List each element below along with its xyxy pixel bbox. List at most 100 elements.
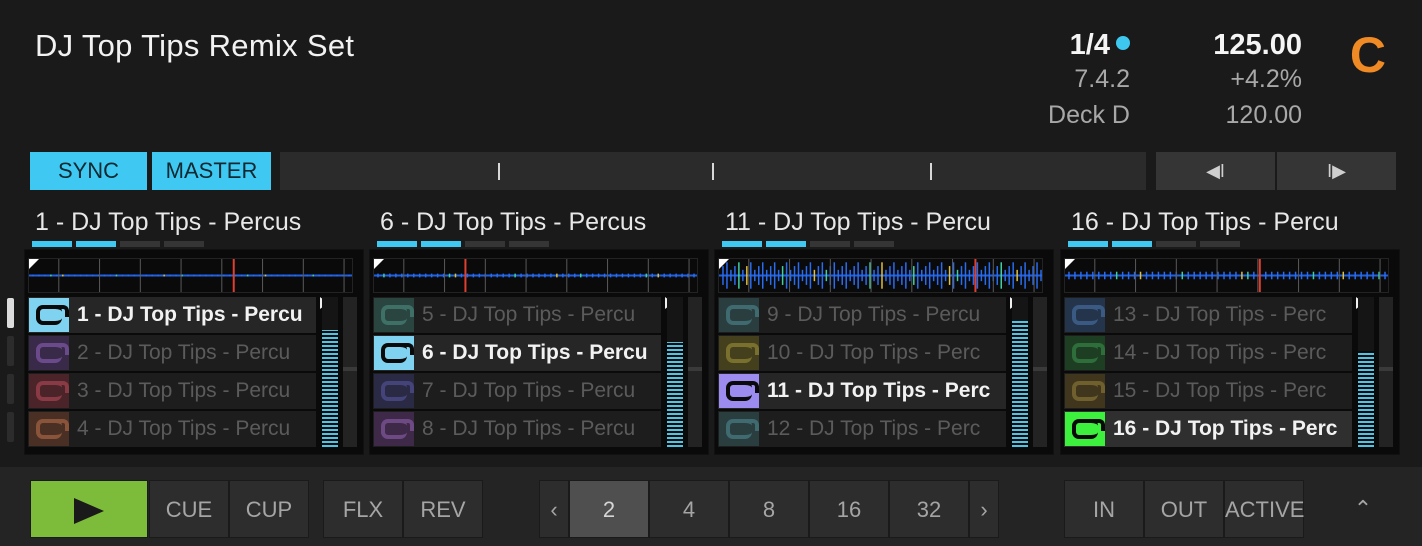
sample-cell-label: 3 - DJ Top Tips - Percu [77,379,291,402]
loop-cell-icon [29,336,69,370]
slot-page-tab[interactable] [1068,241,1108,247]
flux-button[interactable]: FLX [323,480,403,538]
slot-page-tab[interactable] [1156,241,1196,247]
slot-level-meter [1358,297,1374,447]
master-button[interactable]: MASTER [152,152,271,190]
slot-page-tab[interactable] [421,241,461,247]
loop-cell-icon [29,298,69,332]
sample-cell[interactable]: 4 - DJ Top Tips - Percu [28,411,316,447]
loop-cell-icon [719,412,759,446]
sample-cell-label: 16 - DJ Top Tips - Perc [1113,417,1338,440]
nudge-forward-button[interactable]: I▶ [1277,152,1396,190]
slot-page-tab[interactable] [1200,241,1240,247]
loop-size-button[interactable]: 8 [729,480,809,538]
loop-cell-icon [374,298,414,332]
slot-page-tab[interactable] [810,241,850,247]
loop-size-button[interactable]: 32 [889,480,969,538]
loop-size: 1/4 [1069,29,1110,61]
sample-cell[interactable]: 15 - DJ Top Tips - Perc [1064,373,1352,409]
slot-volume-fader[interactable] [1033,297,1047,447]
sample-cell-list: 1 - DJ Top Tips - Percu 2 - DJ Top Tips -… [28,297,316,449]
slot-panel: 9 - DJ Top Tips - Percu 10 - DJ Top Tips … [714,249,1054,455]
loop-cell-icon [719,374,759,408]
loop-cell-icon [1065,412,1105,446]
collapse-button[interactable]: ⌃ [1330,480,1396,538]
nudge-back-button[interactable]: ◀I [1156,152,1277,190]
slot-panel: 1 - DJ Top Tips - Percu 2 - DJ Top Tips -… [24,249,364,455]
fader-handle[interactable] [1033,367,1047,371]
loop-indicator-dot [1116,36,1130,50]
slot-volume-fader[interactable] [688,297,702,447]
slot-title[interactable]: 16 - DJ Top Tips - Percu [1071,208,1381,238]
slot-page-tabs [722,241,894,247]
sample-cell[interactable]: 12 - DJ Top Tips - Perc [718,411,1006,447]
sample-cell[interactable]: 1 - DJ Top Tips - Percu [28,297,316,333]
cup-button[interactable]: CUP [229,480,309,538]
loop-cell-icon [1065,298,1105,332]
slot-page-tab[interactable] [854,241,894,247]
sample-cell[interactable]: 16 - DJ Top Tips - Perc [1064,411,1352,447]
slot-page-tab[interactable] [1112,241,1152,247]
slot-volume-fader[interactable] [343,297,357,447]
sample-cell[interactable]: 7 - DJ Top Tips - Percu [373,373,661,409]
sample-cell[interactable]: 3 - DJ Top Tips - Percu [28,373,316,409]
loop-size-button[interactable]: 2 [569,480,649,538]
waveform-display[interactable] [1064,258,1389,293]
sample-cell[interactable]: 13 - DJ Top Tips - Perc [1064,297,1352,333]
slot-title[interactable]: 11 - DJ Top Tips - Percu [725,208,1035,238]
play-button[interactable] [30,480,148,538]
phase-tick [712,163,714,180]
sample-cell[interactable]: 2 - DJ Top Tips - Percu [28,335,316,371]
loop-glyph-icon [726,343,759,363]
loop-glyph-icon [381,343,414,363]
slot-page-tab[interactable] [465,241,505,247]
slot-page-tab[interactable] [32,241,72,247]
sample-cell[interactable]: 5 - DJ Top Tips - Percu [373,297,661,333]
slot-page-tab[interactable] [164,241,204,247]
sample-cell[interactable]: 14 - DJ Top Tips - Perc [1064,335,1352,371]
cue-button[interactable]: CUE [149,480,229,538]
sample-cell[interactable]: 6 - DJ Top Tips - Percu [373,335,661,371]
fader-handle[interactable] [688,367,702,371]
slot-page-tabs [32,241,204,247]
loop-glyph-icon [726,419,759,439]
slot-page-tab[interactable] [120,241,160,247]
loop-glyph-icon [36,419,69,439]
reverse-button[interactable]: REV [403,480,483,538]
slot-title[interactable]: 1 - DJ Top Tips - Percus [35,208,345,238]
loop-size-prev-button[interactable]: ‹ [539,480,569,538]
sample-cell-label: 9 - DJ Top Tips - Percu [767,303,981,326]
waveform-display[interactable] [28,258,353,293]
slot-volume-fader[interactable] [1379,297,1393,447]
sample-cell[interactable]: 11 - DJ Top Tips - Perc [718,373,1006,409]
sample-cell-label: 14 - DJ Top Tips - Perc [1113,341,1327,364]
loop-glyph-icon [726,381,759,401]
fader-handle[interactable] [343,367,357,371]
slot-page-tab[interactable] [766,241,806,247]
level-meter-fill [1358,351,1374,447]
loop-size-button[interactable]: 16 [809,480,889,538]
sync-button[interactable]: SYNC [30,152,147,190]
loop-size-button[interactable]: 4 [649,480,729,538]
sample-cell-label: 5 - DJ Top Tips - Percu [422,303,636,326]
waveform-display[interactable] [373,258,698,293]
slot-page-tab[interactable] [377,241,417,247]
loop-out-button[interactable]: OUT [1144,480,1224,538]
waveform-start-marker [719,259,729,269]
waveform-start-marker [374,259,384,269]
sample-cell[interactable]: 8 - DJ Top Tips - Percu [373,411,661,447]
sample-cell[interactable]: 9 - DJ Top Tips - Percu [718,297,1006,333]
waveform-display[interactable] [718,258,1043,293]
loop-glyph-icon [381,381,414,401]
level-meter-fill [667,342,683,447]
slot-page-tab[interactable] [76,241,116,247]
loop-size-next-button[interactable]: › [969,480,999,538]
slot-panel: 5 - DJ Top Tips - Percu 6 - DJ Top Tips -… [369,249,709,455]
sample-cell[interactable]: 10 - DJ Top Tips - Perc [718,335,1006,371]
slot-page-tab[interactable] [722,241,762,247]
loop-in-button[interactable]: IN [1064,480,1144,538]
loop-active-button[interactable]: ACTIVE [1224,480,1304,538]
slot-page-tab[interactable] [509,241,549,247]
slot-title[interactable]: 6 - DJ Top Tips - Percus [380,208,690,238]
fader-handle[interactable] [1379,367,1393,371]
